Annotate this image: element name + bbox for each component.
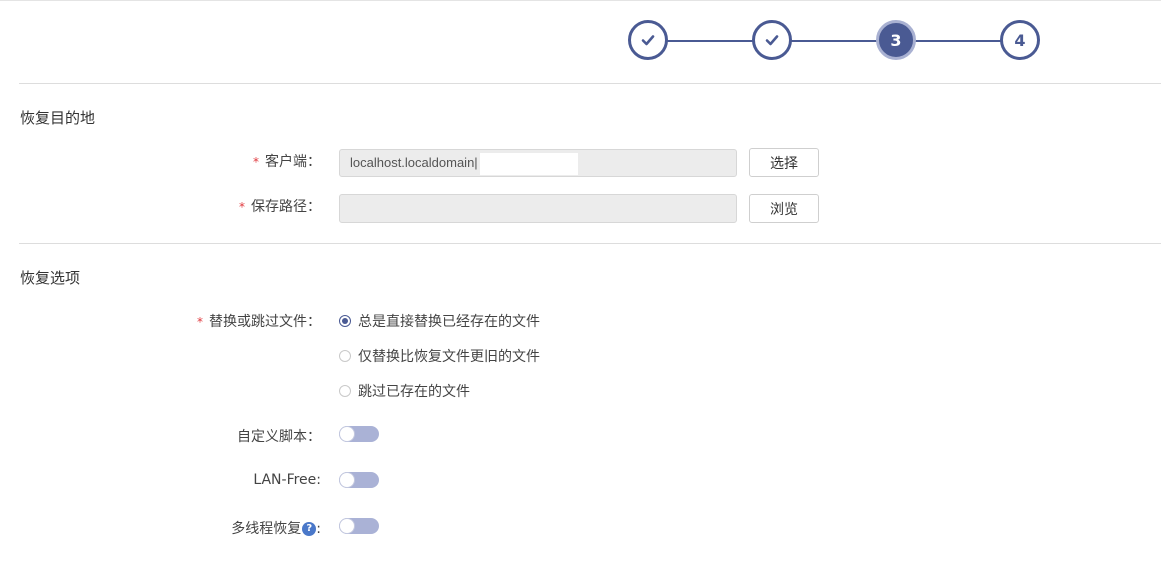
client-label-text: 客户端： (265, 154, 321, 170)
toggle-knob (340, 473, 354, 487)
radio-button[interactable] (339, 385, 351, 397)
check-icon (765, 35, 779, 46)
check-icon (641, 35, 655, 46)
custom-script-label: 自定义脚本： (237, 429, 321, 445)
browse-button[interactable]: 浏览 (749, 194, 819, 223)
step-connector (666, 40, 754, 42)
multithread-toggle[interactable] (339, 518, 379, 534)
replace-label: * 替换或跳过文件： (197, 311, 321, 331)
divider (19, 83, 1161, 84)
save-path-input[interactable] (339, 194, 737, 223)
lan-free-toggle[interactable] (339, 472, 379, 488)
step-2[interactable] (752, 20, 792, 60)
custom-script-toggle[interactable] (339, 426, 379, 442)
client-value: localhost.localdomain| (350, 155, 478, 170)
required-mark: * (197, 315, 203, 329)
radio-button[interactable] (339, 350, 351, 362)
step-3[interactable]: 3 (876, 20, 916, 60)
redacted-region (479, 152, 578, 175)
radio-button[interactable] (339, 315, 351, 327)
client-input[interactable]: localhost.localdomain| (339, 149, 737, 177)
required-mark: * (253, 155, 259, 169)
radio-label: 总是直接替换已经存在的文件 (358, 314, 540, 330)
path-label-text: 保存路径： (251, 199, 321, 215)
multithread-label-suffix: : (316, 521, 321, 537)
radio-option-replace-older[interactable]: 仅替换比恢复文件更旧的文件 (339, 346, 540, 366)
lan-free-label: LAN-Free: (253, 472, 321, 488)
path-label: * 保存路径： (239, 196, 321, 216)
toggle-knob (340, 427, 354, 441)
step-1[interactable] (628, 20, 668, 60)
step-number: 4 (1014, 30, 1026, 50)
multithread-label-text: 多线程恢复 (231, 521, 302, 537)
client-label: * 客户端： (253, 151, 321, 171)
section-title-destination: 恢复目的地 (20, 109, 96, 127)
toggle-knob (340, 519, 354, 533)
radio-label: 仅替换比恢复文件更旧的文件 (358, 349, 540, 365)
radio-option-always-replace[interactable]: 总是直接替换已经存在的文件 (339, 311, 540, 331)
divider (19, 243, 1161, 244)
section-title-options: 恢复选项 (20, 269, 81, 287)
question-icon[interactable]: ? (302, 522, 317, 536)
multithread-label: 多线程恢复?: (231, 518, 321, 538)
progress-stepper: 3 4 (0, 0, 1161, 84)
required-mark: * (239, 200, 245, 214)
step-4[interactable]: 4 (1000, 20, 1040, 60)
radio-label: 跳过已存在的文件 (358, 384, 470, 400)
select-client-button[interactable]: 选择 (749, 148, 819, 177)
step-number: 3 (890, 30, 902, 50)
replace-label-text: 替换或跳过文件： (209, 314, 321, 330)
step-connector (914, 40, 1002, 42)
step-connector (790, 40, 878, 42)
radio-option-skip-existing[interactable]: 跳过已存在的文件 (339, 381, 470, 401)
